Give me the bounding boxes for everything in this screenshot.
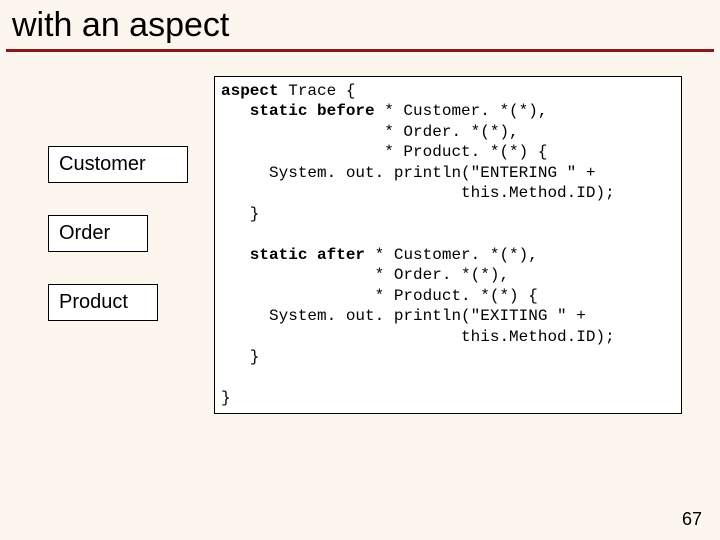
code-line: * Customer. *(*),: [375, 102, 548, 120]
title-underline: [6, 49, 714, 52]
code-line: }: [221, 205, 259, 223]
entity-customer: Customer: [48, 146, 188, 183]
code-line: System. out. println("EXITING " +: [221, 307, 586, 325]
code-line: }: [221, 348, 259, 366]
page-number: 67: [682, 509, 702, 530]
entity-order: Order: [48, 215, 148, 252]
code-line: * Product. *(*) {: [221, 287, 538, 305]
code-line: System. out. println("ENTERING " +: [221, 164, 595, 182]
code-line: * Customer. *(*),: [365, 246, 538, 264]
kw-aspect: aspect: [221, 82, 279, 100]
code-line: * Order. *(*),: [221, 123, 519, 141]
code-line: Trace {: [279, 82, 356, 100]
entity-boxes: Customer Order Product: [48, 146, 188, 321]
code-line: * Product. *(*) {: [221, 143, 547, 161]
code-block: aspect Trace { static before * Customer.…: [214, 76, 682, 414]
code-line: this.Method.ID);: [221, 184, 615, 202]
kw-static-after: static after: [221, 246, 365, 264]
kw-static-before: static before: [221, 102, 375, 120]
code-line: this.Method.ID);: [221, 328, 615, 346]
content-area: Customer Order Product aspect Trace { st…: [6, 76, 714, 414]
slide-title: with an aspect: [6, 4, 714, 49]
code-line: }: [221, 389, 231, 407]
entity-product: Product: [48, 284, 158, 321]
code-line: * Order. *(*),: [221, 266, 509, 284]
